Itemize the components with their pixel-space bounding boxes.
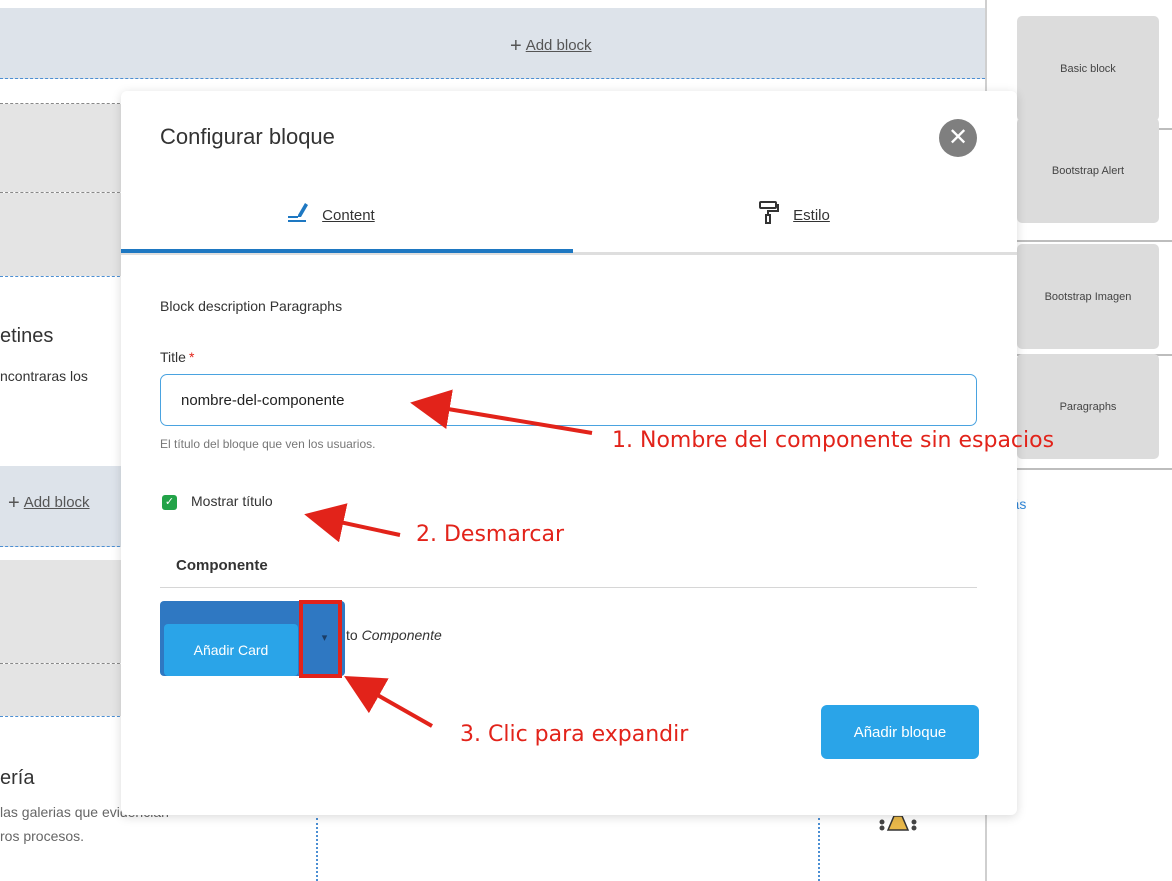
- section-heading: ería: [0, 767, 35, 789]
- section-heading: etines: [0, 325, 54, 347]
- dialog-title: Configurar bloque: [160, 124, 335, 149]
- configure-block-dialog: Configurar bloque ✕ Content Estilo Block…: [121, 91, 1017, 815]
- section-text: ncontraras los: [0, 368, 88, 384]
- show-title-checkbox[interactable]: ✓: [162, 495, 177, 510]
- add-block-region-left: + Add block: [0, 466, 125, 547]
- divider: [0, 276, 125, 277]
- illustration-icon: [876, 815, 920, 846]
- component-section-header: Componente: [160, 555, 977, 588]
- add-block-link-top[interactable]: + Add block: [510, 35, 592, 58]
- dropdown-toggle-button[interactable]: ▾: [304, 601, 345, 676]
- block-placeholder: [0, 664, 125, 716]
- required-marker: *: [188, 349, 195, 365]
- section-text: ros procesos.: [0, 828, 85, 844]
- block-description: Block description Paragraphs: [160, 298, 343, 314]
- close-button[interactable]: ✕: [939, 119, 977, 157]
- column-guide: [316, 818, 318, 881]
- sidebar-item-paragraphs[interactable]: Paragraphs: [1017, 354, 1159, 459]
- block-placeholder: [0, 193, 125, 276]
- tab-estilo[interactable]: Estilo: [757, 200, 830, 224]
- block-placeholder: [0, 104, 125, 192]
- add-block-link-left[interactable]: + Add block: [8, 492, 90, 515]
- plus-icon: +: [8, 492, 20, 514]
- add-to-component-text: to Componente: [346, 627, 442, 643]
- title-field-label: Title *: [160, 349, 195, 365]
- add-block-submit-button[interactable]: Añadir bloque: [821, 705, 979, 759]
- divider: [1017, 240, 1172, 242]
- caret-down-icon: ▾: [321, 632, 328, 644]
- plus-icon: +: [510, 35, 522, 57]
- sidebar-item-basic-block[interactable]: Basic block: [1017, 16, 1159, 121]
- paint-roller-icon: [757, 201, 793, 224]
- add-card-button[interactable]: Añadir Card: [164, 624, 298, 676]
- divider: [0, 716, 125, 717]
- sidebar-item-bootstrap-imagen[interactable]: Bootstrap Imagen: [1017, 244, 1159, 349]
- add-block-region-top: + Add block: [0, 8, 985, 79]
- block-placeholder: [0, 560, 125, 663]
- divider: [1017, 468, 1172, 470]
- active-tab-indicator: [121, 249, 573, 253]
- title-help-text: El título del bloque que ven los usuario…: [160, 437, 376, 451]
- title-input[interactable]: [160, 374, 977, 426]
- tab-content[interactable]: Content: [286, 200, 375, 224]
- show-title-label[interactable]: Mostrar título: [191, 493, 273, 509]
- pencil-icon: [286, 203, 322, 224]
- sidebar-item-bootstrap-alert[interactable]: Bootstrap Alert: [1017, 118, 1159, 223]
- add-card-split-button: Añadir Card ▾: [160, 601, 345, 676]
- column-guide: [818, 818, 820, 881]
- dialog-tabs: Content Estilo: [121, 188, 1017, 255]
